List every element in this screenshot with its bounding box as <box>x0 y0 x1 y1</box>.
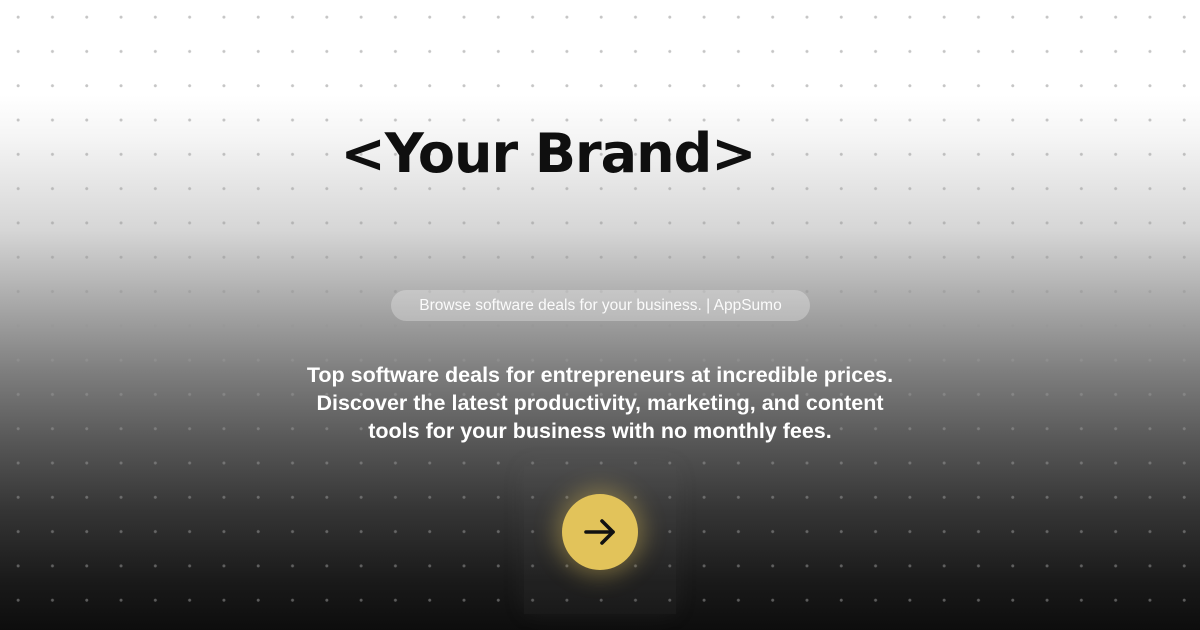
brand-title: <Your Brand> <box>340 122 757 185</box>
page-title-pill: Browse software deals for your business.… <box>391 290 810 321</box>
page-description: Top software deals for entrepreneurs at … <box>306 363 894 443</box>
arrow-right-icon <box>582 514 618 550</box>
cta-arrow-button[interactable] <box>562 494 638 570</box>
